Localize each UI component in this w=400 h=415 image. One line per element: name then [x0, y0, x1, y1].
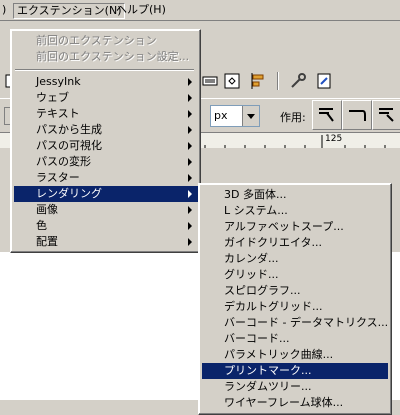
transform-stroke-button[interactable] [312, 100, 342, 130]
menu-edge-label[interactable]: ) [0, 3, 9, 17]
menu-item-text[interactable]: テキスト [14, 106, 198, 122]
menu-item-label: パスの変形 [36, 155, 91, 168]
menu-item-previous-extension[interactable]: 前回のエクステンション [14, 33, 198, 49]
submenu-item-printing-marks[interactable]: プリントマーク... [202, 363, 388, 379]
menu-item-label: テキスト [36, 107, 80, 120]
submenu-arrow-icon [188, 78, 192, 86]
menu-item-label: JessyInk [36, 75, 81, 88]
menu-item-jessyink[interactable]: JessyInk [14, 74, 198, 90]
submenu-item-l-system[interactable]: L システム... [202, 203, 388, 219]
document-properties-icon[interactable] [222, 71, 242, 91]
submenu-item-guides-creator[interactable]: ガイドクリエイタ... [202, 235, 388, 251]
submenu-arrow-icon [188, 158, 192, 166]
transform-stroke-icon [319, 108, 334, 122]
menu-item-arrange[interactable]: 配置 [14, 234, 198, 250]
render-submenu: 3D 多面体... L システム... アルファベットスープ... ガイドクリエ… [198, 183, 392, 415]
menu-item-web[interactable]: ウェブ [14, 90, 198, 106]
preferences-icon[interactable] [288, 71, 308, 91]
submenu-item-alphabet-soup[interactable]: アルファベットスープ... [202, 219, 388, 235]
menu-item-label: ウェブ [36, 91, 69, 104]
submenu-item-calendar[interactable]: カレンダ... [202, 251, 388, 267]
submenu-item-cartesian-grid[interactable]: デカルトグリッド... [202, 299, 388, 315]
menu-item-label: 画像 [36, 203, 58, 216]
menu-item-label: パスの可視化 [36, 139, 102, 152]
menu-item-label: ラスター [36, 171, 80, 184]
submenu-arrow-icon [188, 94, 192, 102]
menu-item-images[interactable]: 画像 [14, 202, 198, 218]
submenu-arrow-icon [188, 142, 192, 150]
menu-bar: ) エクステンション(N) ヘルプ(H) [0, 0, 400, 21]
menu-item-label: 色 [36, 219, 47, 232]
submenu-item-parametric-curves[interactable]: パラメトリック曲線... [202, 347, 388, 363]
menu-item-label: パスから生成 [36, 123, 102, 136]
submenu-arrow-icon [188, 174, 192, 182]
xml-editor-icon[interactable] [314, 71, 334, 91]
menu-item-raster[interactable]: ラスター [14, 170, 198, 186]
submenu-item-spirograph[interactable]: スピログラフ... [202, 283, 388, 299]
transform-corners-icon [349, 110, 366, 121]
menu-item-previous-extension-settings[interactable]: 前回のエクステンション設定... [14, 49, 198, 65]
menu-help[interactable]: ヘルプ(H) [113, 3, 169, 17]
extensions-menu: 前回のエクステンション 前回のエクステンション設定... JessyInk ウェ… [10, 29, 201, 253]
action-label: 作用: [280, 111, 306, 124]
menu-item-visualize-path[interactable]: パスの可視化 [14, 138, 198, 154]
print-icon[interactable] [200, 71, 220, 91]
toolbar-separator [277, 72, 279, 90]
unit-select[interactable]: px [210, 105, 260, 127]
submenu-item-random-tree[interactable]: ランダムツリー... [202, 379, 388, 395]
submenu-arrow-icon [188, 190, 192, 198]
menu-item-label: レンダリング [36, 187, 102, 200]
menu-item-modify-path[interactable]: パスの変形 [14, 154, 198, 170]
submenu-item-3d-polyhedron[interactable]: 3D 多面体... [202, 187, 388, 203]
menu-separator [15, 69, 194, 71]
transform-gradient-button[interactable] [372, 100, 400, 130]
unit-select-value: px [214, 109, 228, 122]
menu-item-label: 配置 [36, 235, 58, 248]
submenu-item-barcode[interactable]: バーコード... [202, 331, 388, 347]
align-distribute-icon[interactable] [248, 71, 268, 91]
ruler-tick-label: 125 [325, 134, 343, 144]
submenu-arrow-icon [188, 110, 192, 118]
submenu-item-grid[interactable]: グリッド... [202, 267, 388, 283]
menu-extensions[interactable]: エクステンション(N) [13, 3, 126, 19]
chevron-down-icon[interactable] [242, 106, 259, 126]
submenu-arrow-icon [188, 238, 192, 246]
menu-item-render[interactable]: レンダリング [14, 186, 198, 202]
submenu-arrow-icon [188, 126, 192, 134]
submenu-arrow-icon [188, 222, 192, 230]
submenu-item-barcode-datamatrix[interactable]: バーコード - データマトリクス... [202, 315, 388, 331]
submenu-item-wireframe-sphere[interactable]: ワイヤーフレーム球体... [202, 395, 388, 411]
transform-gradient-icon [379, 108, 394, 122]
submenu-arrow-icon [188, 206, 192, 214]
transform-corners-button[interactable] [342, 100, 372, 130]
menu-item-generate-from-path[interactable]: パスから生成 [14, 122, 198, 138]
menu-item-color[interactable]: 色 [14, 218, 198, 234]
